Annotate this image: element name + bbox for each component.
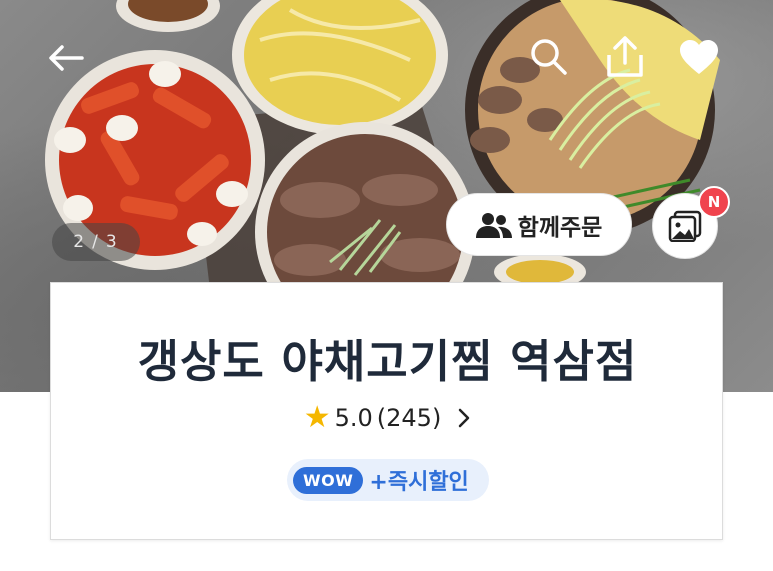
review-count: (245) <box>376 404 442 432</box>
people-icon <box>475 212 512 238</box>
gallery-page-indicator: 2 / 3 <box>52 223 140 261</box>
store-name: 갱상도 야채고기찜 역삼점 <box>137 335 638 388</box>
gallery-total: 3 <box>105 232 119 252</box>
wow-discount-badge: WOW +즉시할인 <box>287 459 489 501</box>
new-badge: N <box>698 186 730 218</box>
back-button[interactable] <box>40 36 92 80</box>
group-order-button[interactable]: 함께주문 <box>446 193 632 256</box>
search-button[interactable] <box>522 30 576 84</box>
favorite-button[interactable] <box>672 30 726 84</box>
group-order-label: 함께주문 <box>517 214 603 241</box>
search-icon <box>531 39 567 75</box>
gallery-separator: / <box>92 232 100 252</box>
store-info-card: 갱상도 야채고기찜 역삼점 ★ 5.0 (245) WOW +즉시할인 <box>50 282 723 540</box>
heart-icon <box>680 40 718 74</box>
chevron-right-icon <box>459 408 470 428</box>
star-icon: ★ <box>303 400 331 435</box>
wow-label: WOW <box>293 466 364 494</box>
rating-link[interactable]: ★ 5.0 (245) <box>51 403 724 433</box>
rating-value: 5.0 <box>334 404 373 432</box>
arrow-left-icon <box>49 45 84 71</box>
share-button[interactable] <box>598 30 652 84</box>
instant-discount-text: +즉시할인 <box>369 470 469 495</box>
share-icon <box>607 36 643 77</box>
gallery-current: 2 <box>73 232 87 252</box>
photo-review-icon <box>668 210 702 242</box>
